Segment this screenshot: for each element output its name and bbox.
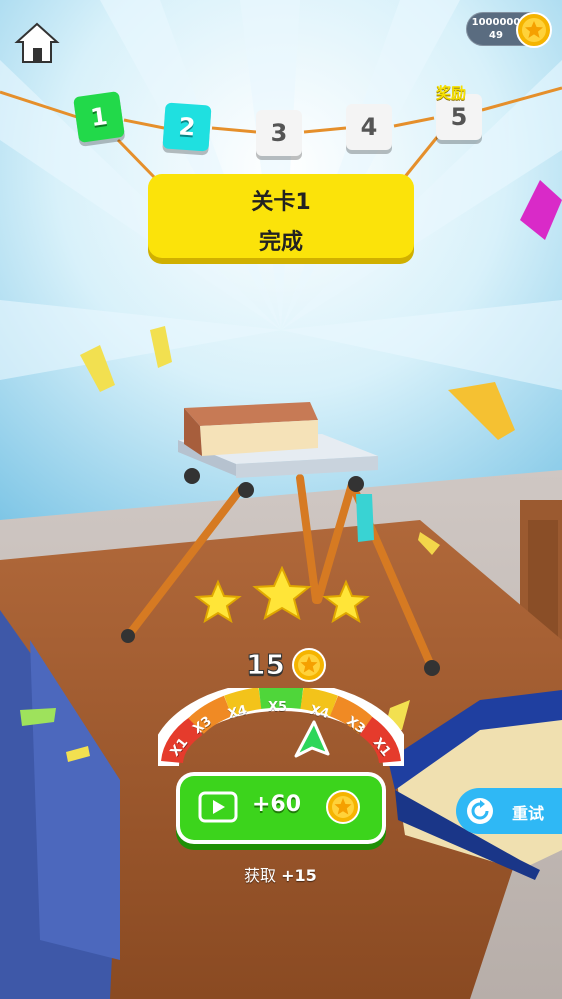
multiplier-pointer-icon: [294, 720, 330, 758]
star-icon: [252, 566, 312, 621]
reward-level-label: 奖励: [436, 84, 467, 102]
level-1-label: 1: [88, 101, 110, 133]
coin-icon: [516, 12, 552, 48]
home-icon: [14, 22, 60, 63]
banner-level-title: 关卡1: [251, 190, 311, 215]
banner-complete-text: 完成: [258, 230, 303, 255]
video-reward-amount: +60: [252, 792, 302, 817]
retry-icon: [467, 798, 493, 824]
claim-amount: +15: [281, 866, 317, 885]
retry-button[interactable]: 重试: [456, 788, 562, 834]
home-button[interactable]: [14, 20, 60, 66]
coin-sub-value: 49: [489, 30, 503, 41]
watch-video-button[interactable]: +60: [180, 776, 382, 840]
star-rating: [194, 566, 370, 624]
level-5-label: 5: [450, 103, 468, 131]
coin-icon: [326, 790, 360, 824]
reward-amount: 15: [246, 648, 286, 682]
star-icon: [322, 579, 370, 624]
level-2-label: 2: [177, 112, 197, 142]
star-icon: [194, 579, 242, 624]
level-4-box: 4: [346, 104, 392, 150]
claim-prefix: 获取: [244, 866, 282, 885]
level-2-box: 2: [162, 102, 212, 152]
retry-label: 重试: [512, 804, 545, 823]
coin-icon: [292, 648, 326, 682]
multiplier-label: X5: [268, 700, 288, 715]
video-play-icon: [198, 791, 238, 823]
level-1-box: 1: [73, 91, 125, 143]
level-3-box: 3: [256, 110, 302, 156]
level-3-label: 3: [270, 119, 288, 147]
level-4-label: 4: [360, 113, 378, 141]
claim-reward-link[interactable]: 获取 +15: [244, 862, 317, 886]
coin-total: 1000000: [471, 17, 521, 28]
level-complete-banner: 关卡1 完成: [148, 174, 414, 258]
